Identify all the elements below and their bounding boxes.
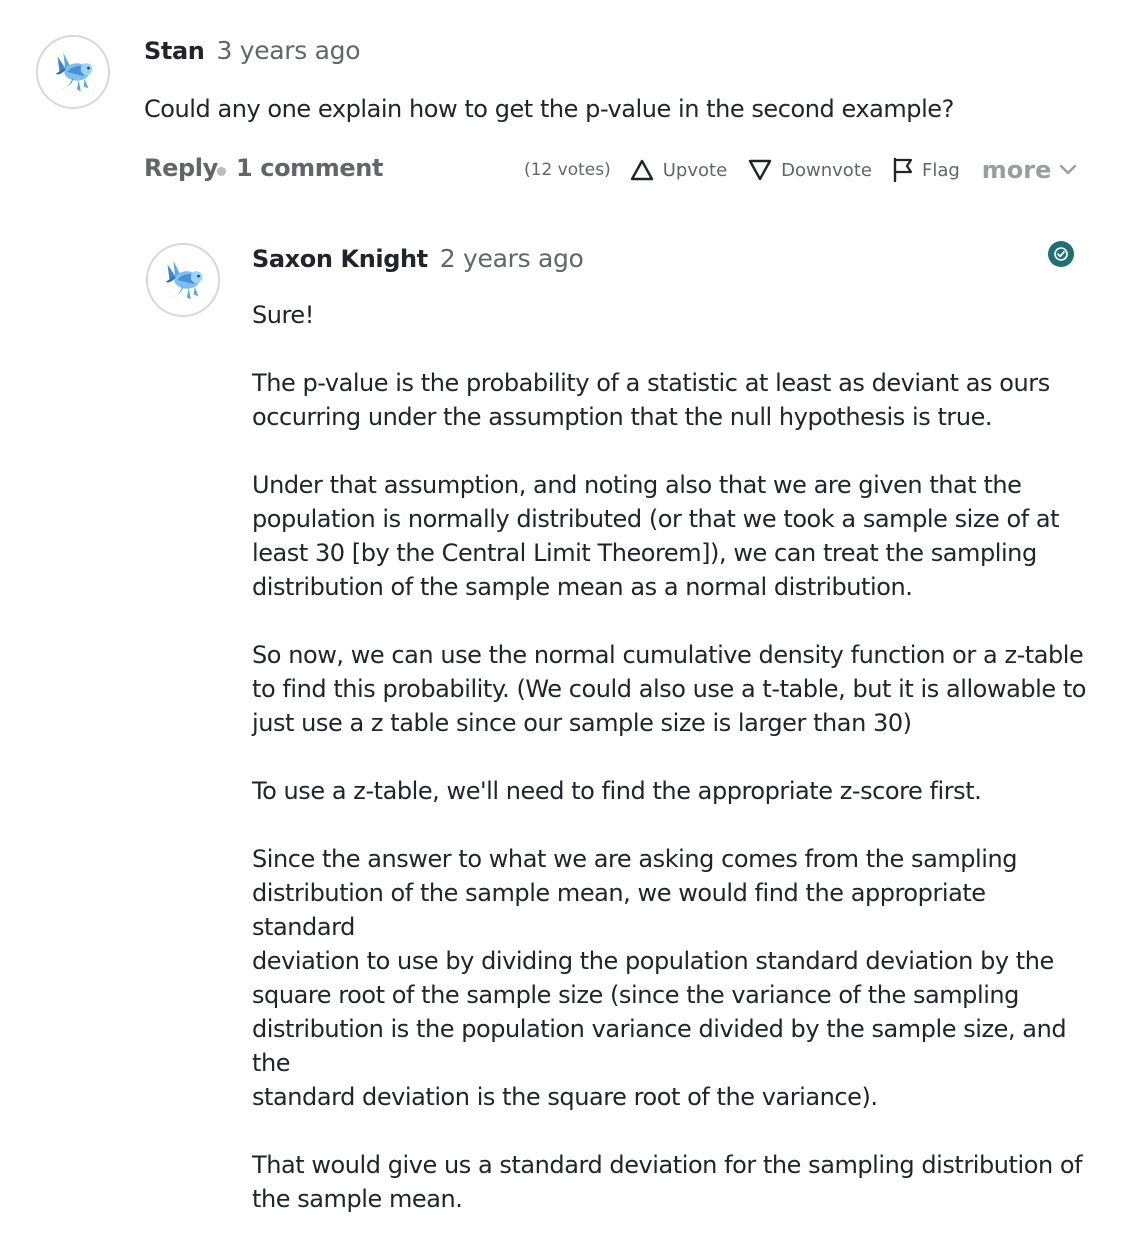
separator-dot — [217, 167, 226, 176]
vote-group: (12 votes) Upvote Downvote Flag more — [524, 156, 1077, 184]
question-author-name[interactable]: Stan — [144, 37, 205, 65]
more-button[interactable]: more — [982, 156, 1078, 184]
question-text: Could any one explain how to get the p-v… — [144, 95, 954, 123]
flag-button[interactable]: Flag — [892, 157, 960, 183]
answer-paragraph: Under that assumption, and noting also t… — [252, 471, 1060, 601]
approved-answer-badge — [1048, 241, 1074, 267]
triangle-up-outline-icon — [630, 159, 653, 181]
blue-creature-avatar-icon — [165, 260, 203, 300]
question-actions: Reply 1 comment (12 votes) Upvote Downvo… — [144, 150, 1077, 190]
more-label: more — [981, 156, 1052, 184]
answer-body: Sure! The p-value is the probability of … — [252, 298, 1092, 1250]
question-timestamp: 3 years ago — [216, 36, 361, 65]
blue-creature-avatar-icon — [55, 52, 93, 92]
flag-label: Flag — [921, 159, 960, 181]
answer-paragraph: To use a z-table, we'll need to find the… — [252, 777, 982, 805]
answer-paragraph: So now, we can use the normal cumulative… — [252, 641, 1087, 737]
question-author-avatar[interactable] — [36, 35, 110, 109]
answer-paragraph: Since the answer to what we are asking c… — [252, 845, 1067, 1111]
triangle-down-outline-icon — [748, 159, 772, 181]
chevron-down-icon — [1060, 164, 1077, 175]
answer-paragraph: The p-value is the probability of a stat… — [252, 369, 1050, 431]
downvote-label: Downvote — [781, 159, 872, 181]
answer-author-name[interactable]: Saxon Knight — [252, 245, 428, 273]
answer-paragraph: Sure! — [252, 301, 314, 329]
upvote-label: Upvote — [662, 159, 728, 181]
answer-author-avatar[interactable] — [146, 243, 220, 317]
answer-paragraph: That would give us a standard deviation … — [252, 1151, 1083, 1213]
approved-answer-check-icon — [1054, 247, 1068, 261]
question-author-line: Stan 3 years ago — [144, 36, 361, 65]
votes-count: (12 votes) — [524, 160, 611, 180]
reply-link[interactable]: Reply — [144, 154, 218, 182]
comments-link[interactable]: 1 comment — [236, 154, 383, 182]
downvote-button[interactable]: Downvote — [747, 158, 872, 182]
answer-author-line: Saxon Knight 2 years ago — [252, 244, 584, 273]
answer-timestamp: 2 years ago — [439, 244, 584, 273]
flag-outline-icon — [893, 157, 913, 183]
upvote-button[interactable]: Upvote — [629, 158, 727, 182]
